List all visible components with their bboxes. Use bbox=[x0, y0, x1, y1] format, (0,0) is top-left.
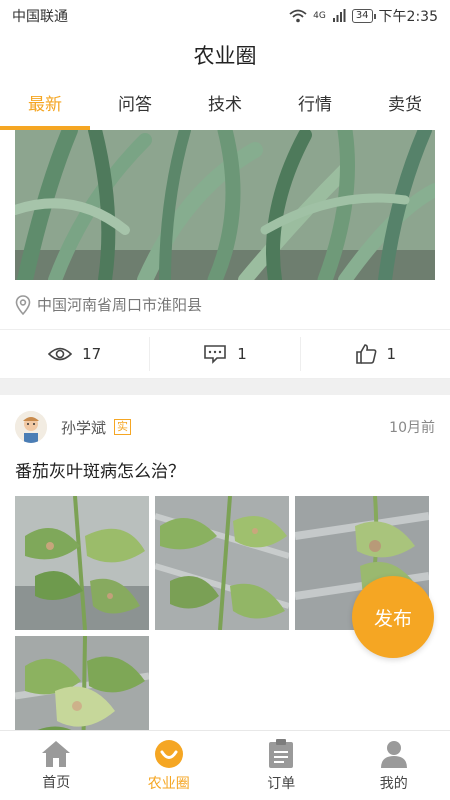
comment-icon bbox=[204, 345, 227, 364]
location-pin-icon bbox=[15, 294, 31, 315]
nav-agri-circle-label: 农业圈 bbox=[147, 775, 190, 792]
post-title[interactable]: 番茄灰叶斑病怎么治？ bbox=[15, 457, 435, 482]
battery-icon: 34 bbox=[351, 9, 376, 23]
views-count: 17 bbox=[82, 345, 102, 363]
category-tabs: 最新 问答 技术 行情 卖货 bbox=[0, 86, 450, 130]
tab-qa[interactable]: 问答 bbox=[90, 86, 180, 130]
tab-sell[interactable]: 卖货 bbox=[360, 86, 450, 130]
nav-profile[interactable]: 我的 bbox=[338, 731, 450, 800]
post-header: 孙学斌 实 10月前 bbox=[0, 395, 450, 447]
post-image-4[interactable] bbox=[15, 636, 149, 730]
tab-market[interactable]: 行情 bbox=[270, 86, 360, 130]
aloe-photo bbox=[15, 130, 435, 280]
verified-badge: 实 bbox=[114, 419, 132, 435]
clock: 下午2:35 bbox=[378, 9, 438, 25]
nav-orders[interactable]: 订单 bbox=[225, 731, 338, 800]
network-type: 4G bbox=[313, 11, 326, 21]
comments-stat[interactable]: 1 bbox=[150, 337, 301, 371]
home-icon bbox=[42, 740, 71, 767]
post-image-aloe[interactable] bbox=[15, 130, 435, 280]
nav-profile-label: 我的 bbox=[379, 775, 408, 792]
tab-tech[interactable]: 技术 bbox=[180, 86, 270, 130]
nav-home[interactable]: 首页 bbox=[0, 731, 113, 800]
carrier-label: 中国联通 bbox=[12, 9, 68, 25]
eye-icon bbox=[48, 347, 73, 361]
author-name[interactable]: 孙学斌 bbox=[61, 417, 106, 438]
likes-stat[interactable]: 1 bbox=[301, 337, 450, 371]
location-text: 中国河南省周口市淮阳县 bbox=[37, 296, 203, 314]
page-title: 农业圈 bbox=[193, 44, 257, 68]
comments-count: 1 bbox=[237, 345, 247, 363]
thumbs-up-icon bbox=[355, 344, 376, 364]
publish-button[interactable]: 发布 bbox=[352, 576, 434, 658]
views-stat[interactable]: 17 bbox=[0, 337, 151, 371]
likes-count: 1 bbox=[386, 345, 397, 363]
post-image-1[interactable] bbox=[15, 496, 149, 630]
post-divider bbox=[0, 379, 450, 395]
wifi-icon bbox=[289, 9, 307, 23]
clipboard-icon bbox=[269, 738, 294, 768]
nav-agri-circle[interactable]: 农业圈 bbox=[113, 731, 226, 800]
circle-smile-icon bbox=[154, 739, 183, 768]
nav-home-label: 首页 bbox=[42, 774, 71, 791]
post-time: 10月前 bbox=[389, 420, 435, 436]
status-bar: 中国联通 4G 34 下午2:35 bbox=[0, 0, 450, 32]
post-location: 中国河南省周口市淮阳县 bbox=[15, 294, 450, 315]
status-icons: 4G 34 下午2:35 bbox=[289, 6, 438, 26]
tab-latest[interactable]: 最新 bbox=[0, 86, 90, 130]
person-icon bbox=[380, 740, 407, 768]
post-stats-bar: 17 1 1 bbox=[0, 329, 450, 379]
nav-orders-label: 订单 bbox=[267, 775, 296, 792]
post-image-2[interactable] bbox=[155, 496, 289, 630]
bottom-nav: 首页 农业圈 订单 我的 bbox=[0, 730, 450, 800]
avatar[interactable] bbox=[15, 411, 47, 443]
signal-icon bbox=[332, 9, 346, 22]
